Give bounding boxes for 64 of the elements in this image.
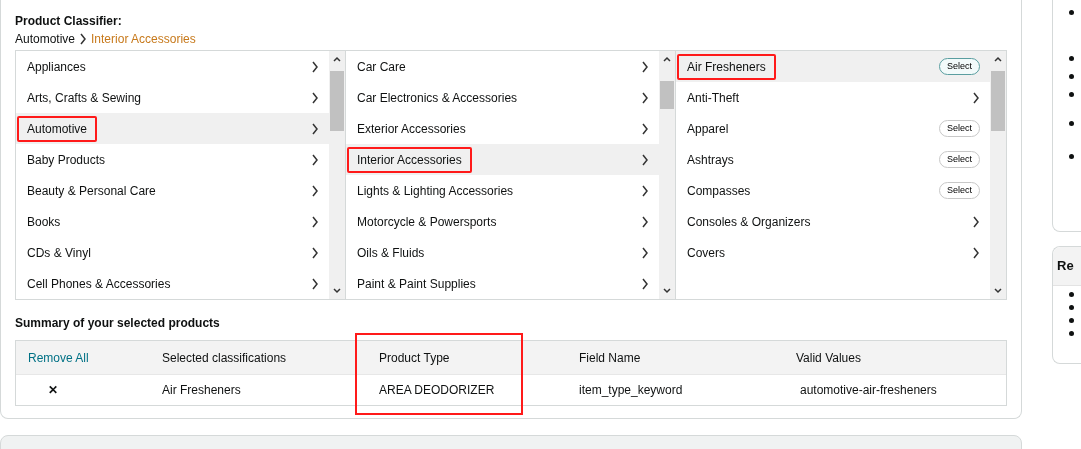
arrow-up-icon — [994, 56, 1002, 62]
arrow-up-icon — [663, 56, 671, 62]
bullet-icon — [1069, 74, 1074, 79]
bullet-icon — [1069, 304, 1074, 310]
scrollbar-thumb[interactable] — [660, 81, 674, 109]
column-header: Field Name — [578, 349, 642, 367]
breadcrumb-item: Interior Accessories — [91, 31, 196, 48]
select-button[interactable]: Select — [939, 151, 980, 168]
arrow-down-icon — [994, 288, 1002, 294]
chevron-right-icon — [311, 122, 319, 135]
chevron-right-icon — [311, 153, 319, 166]
chevron-right-icon — [311, 246, 319, 259]
category-item[interactable]: Air Fresheners Select — [676, 51, 990, 82]
bullet-icon — [1069, 317, 1074, 323]
bullet-icon — [1069, 330, 1074, 336]
chevron-right-icon — [311, 277, 319, 290]
chevron-right-icon — [641, 60, 649, 73]
scrollbar-thumb[interactable] — [991, 71, 1005, 131]
bullet-icon — [1069, 10, 1074, 15]
section-title: Summary of your selected products — [15, 315, 221, 332]
chevron-right-icon — [972, 215, 980, 228]
chevron-right-icon — [641, 184, 649, 197]
chevron-right-icon — [641, 215, 649, 228]
select-button[interactable]: Select — [939, 120, 980, 137]
column-header: Product Type — [378, 349, 451, 367]
bullet-icon — [1069, 154, 1074, 159]
chevron-right-icon — [311, 60, 319, 73]
chevron-right-icon — [641, 277, 649, 290]
remove-all-link[interactable]: Remove All — [16, 348, 150, 367]
scrollbar[interactable] — [329, 51, 345, 299]
category-item[interactable]: Automotive — [16, 113, 329, 144]
chevron-right-icon — [972, 91, 980, 104]
arrow-down-icon — [333, 288, 341, 294]
bullet-icon — [1069, 121, 1074, 126]
chevron-right-icon — [79, 33, 88, 45]
table-cell-text: AREA DEODORIZER — [378, 382, 496, 399]
arrow-down-icon — [663, 288, 671, 294]
chevron-right-icon — [311, 184, 319, 197]
column-header: Valid Values — [795, 349, 862, 367]
chevron-right-icon — [311, 215, 319, 228]
chevron-right-icon — [972, 246, 980, 259]
chevron-right-icon — [641, 91, 649, 104]
bullet-icon — [1069, 291, 1074, 297]
table-cell-text: automotive-air-fresheners — [799, 382, 938, 399]
breadcrumb-item[interactable]: Automotive — [15, 30, 76, 48]
section-title: Product Classifier: — [15, 13, 123, 30]
select-button[interactable]: Select — [939, 182, 980, 199]
card-title: Re — [1057, 258, 1074, 273]
scrollbar-thumb[interactable] — [330, 71, 344, 131]
category-item[interactable]: Interior Accessories — [346, 144, 659, 175]
scrollbar[interactable] — [990, 51, 1006, 299]
table-cell-text: Air Fresheners — [161, 382, 242, 399]
chevron-right-icon — [641, 246, 649, 259]
table-cell-text: item_type_keyword — [578, 382, 684, 399]
scrollbar[interactable] — [659, 51, 675, 299]
bullet-icon — [1069, 92, 1074, 97]
column-header: Selected classifications — [161, 349, 288, 367]
remove-button[interactable]: ✕ — [28, 383, 58, 397]
chevron-right-icon — [641, 122, 649, 135]
select-button[interactable]: Select — [939, 58, 980, 75]
chevron-right-icon — [641, 153, 649, 166]
bullet-icon — [1069, 56, 1074, 61]
arrow-up-icon — [333, 56, 341, 62]
chevron-right-icon — [311, 91, 319, 104]
